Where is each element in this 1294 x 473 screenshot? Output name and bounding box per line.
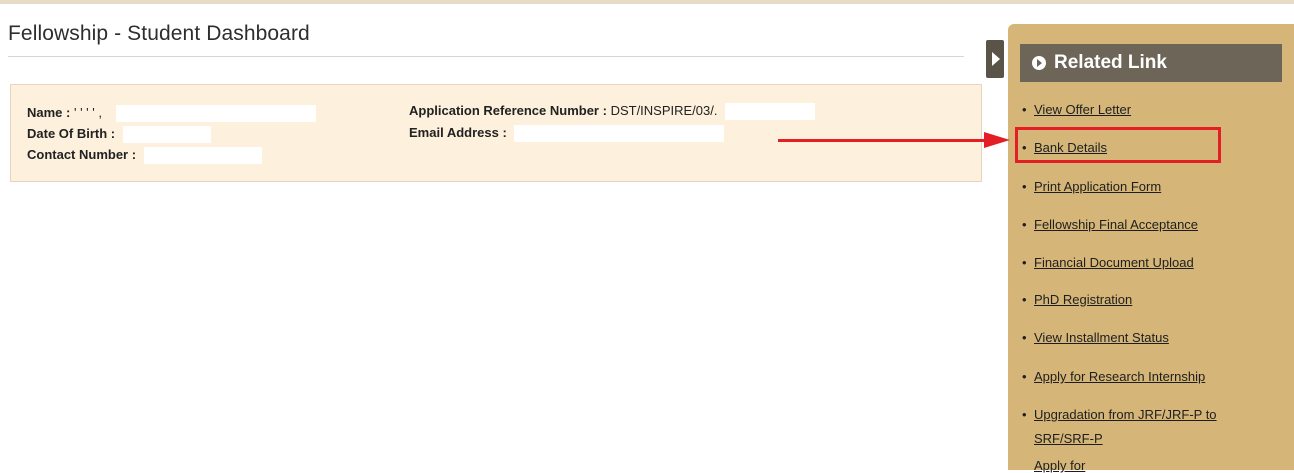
annotation-highlight-box (1015, 127, 1221, 163)
sidebar-toggle[interactable] (986, 40, 1004, 78)
redacted-contact (143, 147, 262, 165)
email-label: Email Address : (409, 125, 507, 140)
redacted-name (115, 105, 316, 123)
bullet-icon: • (1022, 217, 1027, 232)
redacted-email (514, 125, 725, 143)
name-label: Name : (27, 105, 71, 120)
bullet-icon: • (1022, 179, 1027, 194)
dob-row: Date Of Birth : (27, 126, 211, 144)
bullet-icon: • (1022, 407, 1027, 422)
top-border (0, 0, 1294, 4)
bullet-icon: • (1022, 330, 1027, 345)
link-print-application-form[interactable]: • Print Application Form (1022, 179, 1161, 194)
app-ref-row: Application Reference Number : DST/INSPI… (409, 103, 816, 121)
related-links-header: Related Link (1020, 44, 1282, 82)
redacted-dob (122, 126, 211, 144)
related-links-panel: Related Link • View Offer Letter • Bank De… (1008, 24, 1294, 473)
link-apply-research-internship[interactable]: • Apply for Research Internship (1022, 369, 1205, 384)
circle-arrow-icon (1032, 56, 1046, 70)
bullet-icon: • (1022, 102, 1027, 117)
link-financial-document-upload[interactable]: • Financial Document Upload (1022, 255, 1194, 270)
link-fellowship-final-acceptance[interactable]: • Fellowship Final Acceptance (1022, 217, 1198, 232)
app-ref-label: Application Reference Number : (409, 103, 607, 118)
bullet-icon: • (1022, 369, 1027, 384)
title-divider (8, 56, 964, 57)
link-upgradation-jrf-srf[interactable]: • Upgradation from JRF/JRF-P to (1022, 407, 1217, 422)
annotation-arrow-line (778, 139, 986, 142)
contact-row: Contact Number : (27, 147, 262, 165)
bullet-icon: • (1022, 292, 1027, 307)
link-apply-for[interactable]: Apply for (1034, 458, 1085, 473)
contact-label: Contact Number : (27, 147, 137, 162)
name-value: ' ' ' ' , (73, 105, 102, 120)
email-row: Email Address : (409, 125, 725, 143)
link-view-installment-status[interactable]: • View Installment Status (1022, 330, 1169, 345)
name-row: Name : ' ' ' ' , (27, 105, 316, 123)
dob-label: Date Of Birth : (27, 126, 116, 141)
app-ref-value: DST/INSPIRE/03/. (610, 103, 718, 118)
link-upgradation-jrf-srf-line2[interactable]: SRF/SRF-P (1034, 431, 1103, 446)
annotation-arrow-head-icon (984, 132, 1010, 148)
bullet-icon: • (1022, 255, 1027, 270)
link-view-offer-letter[interactable]: • View Offer Letter (1022, 102, 1131, 117)
link-phd-registration[interactable]: • PhD Registration (1022, 292, 1132, 307)
triangle-right-icon (992, 52, 1000, 66)
related-links-title: Related Link (1054, 52, 1167, 73)
page-title: Fellowship - Student Dashboard (8, 22, 310, 45)
student-info-panel: Name : ' ' ' ' , Date Of Birth : Contact… (10, 84, 982, 182)
redacted-app-ref (725, 103, 816, 121)
